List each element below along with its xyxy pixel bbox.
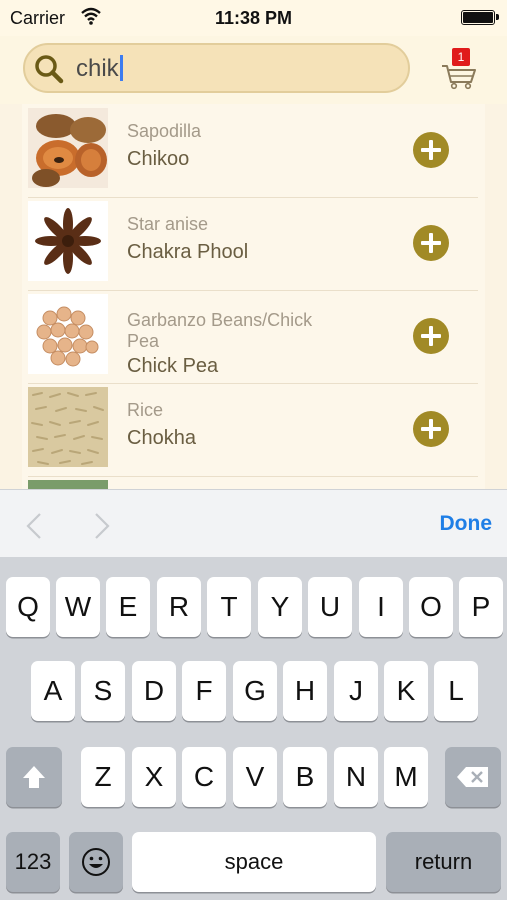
key-a[interactable]: A [31, 661, 75, 721]
rice-image [28, 387, 108, 467]
item-hindi-name: Chikoo [127, 148, 190, 170]
key-o[interactable]: O [409, 577, 453, 637]
key-r[interactable]: R [157, 577, 201, 637]
battery-icon [461, 10, 499, 25]
sapodilla-image [28, 108, 108, 188]
key-s[interactable]: S [81, 661, 125, 721]
key-e[interactable]: E [106, 577, 150, 637]
chevron-right-icon [95, 513, 110, 539]
list-item[interactable]: Garbanzo Beans/Chick Pea Chick Pea [28, 290, 478, 384]
key-x[interactable]: X [132, 747, 176, 807]
key-g[interactable]: G [233, 661, 277, 721]
search-query-text: chik [76, 55, 119, 82]
key-u[interactable]: U [308, 577, 352, 637]
next-field-button[interactable] [92, 512, 112, 545]
search-input[interactable]: chik [23, 43, 410, 93]
results-list[interactable]: Sapodilla Chikoo Star anise Chakra Phool… [0, 104, 507, 489]
keyboard: Q W E R T Y U I O P A S D F G H J K L Z … [0, 557, 507, 900]
key-d[interactable]: D [132, 661, 176, 721]
chevron-left-icon [26, 513, 41, 539]
space-key[interactable]: space [132, 832, 376, 892]
key-i[interactable]: I [359, 577, 403, 637]
add-to-cart-button[interactable] [413, 132, 449, 168]
key-y[interactable]: Y [258, 577, 302, 637]
cart-button[interactable]: 1 [440, 48, 478, 90]
backspace-icon [457, 767, 488, 787]
key-w[interactable]: W [56, 577, 100, 637]
key-j[interactable]: J [334, 661, 378, 721]
clock: 11:38 PM [214, 8, 293, 28]
list-item[interactable] [28, 476, 478, 489]
emoji-key[interactable] [69, 832, 123, 892]
search-icon [34, 54, 64, 89]
add-to-cart-button[interactable] [413, 225, 449, 261]
search-header: chik 1 [0, 36, 507, 105]
item-english-name: Sapodilla [127, 121, 202, 141]
star-anise-image [28, 201, 108, 281]
list-item[interactable]: Sapodilla Chikoo [28, 104, 478, 198]
done-button[interactable]: Done [440, 512, 493, 536]
key-p[interactable]: P [459, 577, 503, 637]
key-m[interactable]: M [384, 747, 428, 807]
numbers-key[interactable]: 123 [6, 832, 60, 892]
text-cursor [119, 55, 123, 81]
chickpea-image [28, 294, 108, 374]
item-english-name: Rice [127, 400, 164, 420]
item-hindi-name: Chokha [127, 427, 196, 449]
key-h[interactable]: H [283, 661, 327, 721]
keyboard-accessory-bar: Done [0, 489, 507, 558]
item-hindi-name: Chakra Phool [127, 241, 249, 263]
key-t[interactable]: T [207, 577, 251, 637]
return-key[interactable]: return [386, 832, 501, 892]
emoji-icon [82, 848, 110, 876]
key-b[interactable]: B [283, 747, 327, 807]
partial-item-image [28, 480, 108, 489]
key-c[interactable]: C [182, 747, 226, 807]
key-n[interactable]: N [334, 747, 378, 807]
previous-field-button[interactable] [24, 512, 44, 545]
cart-badge: 1 [452, 48, 470, 66]
backspace-key[interactable] [445, 747, 501, 807]
list-item[interactable]: Rice Chokha [28, 383, 478, 477]
item-hindi-name: Chick Pea [127, 355, 219, 377]
key-f[interactable]: F [182, 661, 226, 721]
item-english-name: Garbanzo Beans/Chick Pea [127, 310, 313, 351]
add-to-cart-button[interactable] [413, 318, 449, 354]
key-z[interactable]: Z [81, 747, 125, 807]
add-to-cart-button[interactable] [413, 411, 449, 447]
list-item[interactable]: Star anise Chakra Phool [28, 197, 478, 291]
item-english-name: Star anise [127, 214, 209, 234]
shift-key[interactable] [6, 747, 62, 807]
key-l[interactable]: L [434, 661, 478, 721]
shift-arrow-icon [23, 766, 45, 788]
key-q[interactable]: Q [6, 577, 50, 637]
key-v[interactable]: V [233, 747, 277, 807]
status-bar: Carrier 11:38 PM [0, 0, 507, 36]
key-k[interactable]: K [384, 661, 428, 721]
